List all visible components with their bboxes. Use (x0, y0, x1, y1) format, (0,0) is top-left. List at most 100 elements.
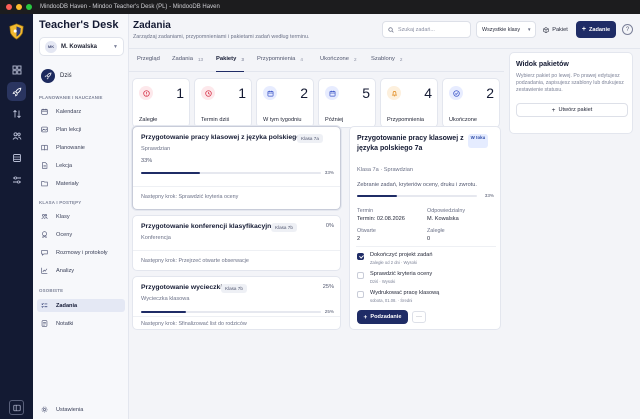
detail-progress-percent: 33% (484, 193, 494, 198)
tab-templates[interactable]: Szablony 2 (371, 56, 402, 72)
tab-completed[interactable]: Ukończone 2 (320, 56, 357, 72)
swap-icon (12, 109, 21, 118)
stat-card-reminders[interactable]: 4 Przypomnienia (380, 78, 438, 128)
note-icon (41, 320, 48, 327)
rail-sync-button[interactable] (7, 104, 26, 123)
termin-value: Termin: 02.08.2026 (357, 216, 405, 222)
tab-count: 13 (197, 56, 204, 62)
close-window-button[interactable] (6, 4, 12, 10)
checklist-title: Sprawdzić kryteria oceny (370, 271, 433, 277)
rail-dashboard-button[interactable] (7, 60, 26, 79)
sidebar-item-calendar[interactable]: Kalendarz (37, 105, 125, 118)
detail-title: Przygotowanie pracy klasowej z języka po… (357, 135, 464, 152)
package-card[interactable]: Przygotowanie pracy klasowej z języka po… (132, 126, 341, 210)
rail-database-button[interactable] (7, 148, 26, 167)
sidebar-item-label: Klasy (56, 213, 70, 220)
tab-reminders[interactable]: Przypomnienia 4 (257, 56, 303, 72)
award-icon (42, 231, 47, 238)
tab-count: 4 (300, 56, 303, 62)
main-content: Zadania Zarządzaj zadaniami, przypomnien… (129, 14, 640, 419)
more-options-button[interactable]: ··· (412, 311, 426, 323)
rail-teacher-desk-button[interactable] (7, 82, 26, 101)
search-box[interactable] (382, 21, 471, 38)
package-view-panel: Widok pakietów Wybierz pakiet po lewej. … (509, 52, 633, 134)
search-input[interactable] (398, 26, 468, 33)
package-progress-text: 25% (322, 284, 334, 290)
package-card[interactable]: Przygotowanie konferencji klasyfikacyjne… (132, 215, 341, 271)
responsible-label: Odpowiedzialny (427, 208, 466, 214)
sidebar-item-grades[interactable]: Oceny (37, 228, 125, 241)
package-progress-text: 33% (141, 158, 153, 164)
stat-value: 4 (424, 85, 432, 101)
overdue-value: 0 (427, 236, 431, 242)
tab-count: 3 (241, 56, 244, 62)
tabs: Przegląd Zadania 13 Pakiety 3 Przypomnieni… (129, 52, 504, 72)
stat-label: Później (325, 117, 344, 123)
create-package-button[interactable]: + Utwórz pakiet (516, 103, 628, 117)
sidebar-item-lesson-plan[interactable]: Plan lekcji (37, 123, 125, 136)
sidebar-item-label: Rozmowy i protokoły (56, 249, 108, 256)
database-icon (12, 153, 21, 162)
rail-people-button[interactable] (7, 126, 26, 145)
tab-label: Przypomnienia (257, 56, 296, 62)
chat-icon (41, 250, 48, 256)
minimize-window-button[interactable] (16, 4, 22, 10)
checklist-item[interactable]: Dokończyć projekt zadań Zaległe od 2 dni… (357, 252, 497, 270)
checkbox[interactable] (357, 272, 364, 279)
checkbox[interactable] (357, 253, 364, 260)
sidebar-item-lesson[interactable]: Lekcja (37, 159, 125, 172)
sidebar-item-materials[interactable]: Materiały (37, 177, 125, 190)
tab-overview[interactable]: Przegląd (137, 56, 160, 72)
new-task-button[interactable]: + Zadanie (576, 21, 616, 38)
stat-card-completed[interactable]: 2 Ukończone (442, 78, 500, 128)
tab-tasks[interactable]: Zadania 13 (172, 56, 203, 72)
stat-card-this-week[interactable]: 2 W tym tygodniu (256, 78, 314, 128)
window-controls (6, 4, 32, 10)
new-package-button[interactable]: Pakiet (540, 21, 571, 38)
user-selector[interactable]: MK M. Kowalska ▼ (39, 37, 124, 56)
sidebar-item-analytics[interactable]: Analizy (37, 264, 125, 277)
package-title: Przygotowanie wycieczki 7b (141, 284, 233, 291)
package-progress-text: 0% (325, 223, 334, 229)
stat-card-overdue[interactable]: 1 Zaległe (132, 78, 190, 128)
add-subtask-label: Podzadanie (370, 314, 402, 320)
sidebar-item-classes[interactable]: Klasy (37, 210, 125, 223)
rail-collapse-button[interactable] (9, 400, 24, 415)
progress-percent: 33% (324, 170, 334, 175)
open-label: Otwarte (357, 228, 376, 234)
gear-icon (41, 406, 48, 413)
sidebar-item-conversations[interactable]: Rozmowy i protokoły (37, 246, 125, 259)
calendar-icon (41, 108, 48, 115)
checklist-item[interactable]: Wydrukować pracę klasową sobota, 01.08. … (357, 290, 497, 308)
class-filter-select[interactable]: Wszystkie klasy ▼ (476, 21, 536, 38)
sidebar-item-label: Materiały (56, 180, 79, 187)
tab-count: 2 (399, 56, 403, 62)
sidebar-item-today[interactable]: Dziś (39, 66, 124, 86)
sidebar-item-tasks[interactable]: Zadania (37, 299, 125, 312)
checkbox[interactable] (357, 291, 364, 298)
tab-packages[interactable]: Pakiety 3 (216, 56, 244, 72)
plus-icon: + (581, 26, 586, 33)
maximize-window-button[interactable] (26, 4, 32, 10)
detail-description: Zebranie zadań, kryteriów oceny, druku i… (357, 182, 477, 188)
tab-count: 2 (354, 56, 357, 62)
stat-label: Termin dziś (201, 117, 230, 123)
bell-icon (387, 86, 401, 100)
checklist-item[interactable]: Sprawdzić kryteria oceny Dziś · Wysoki (357, 271, 497, 289)
package-view-description: Wybierz pakiet po lewej. Po prawej edytu… (516, 73, 624, 93)
stat-label: Przypomnienia (387, 117, 424, 123)
rail-settings-button[interactable] (7, 170, 26, 189)
checklist-icon (41, 303, 48, 308)
package-card[interactable]: Przygotowanie wycieczki 7b Klasa 7b 25% … (132, 276, 341, 330)
sidebar-item-notes[interactable]: Notatki (37, 317, 125, 330)
stat-card-due-today[interactable]: 1 Termin dziś (194, 78, 252, 128)
help-button[interactable]: ? (622, 24, 633, 35)
stat-label: W tym tygodniu (263, 117, 302, 123)
add-subtask-button[interactable]: + Podzadanie (357, 310, 408, 324)
create-package-label: Utwórz pakiet (558, 107, 593, 113)
stat-card-later[interactable]: 5 Później (318, 78, 376, 128)
sidebar-item-planning[interactable]: Planowanie (37, 141, 125, 154)
new-package-label: Pakiet (552, 26, 568, 33)
sidebar-item-settings[interactable]: Ustawienia (37, 403, 125, 416)
user-name: M. Kowalska (61, 43, 98, 50)
